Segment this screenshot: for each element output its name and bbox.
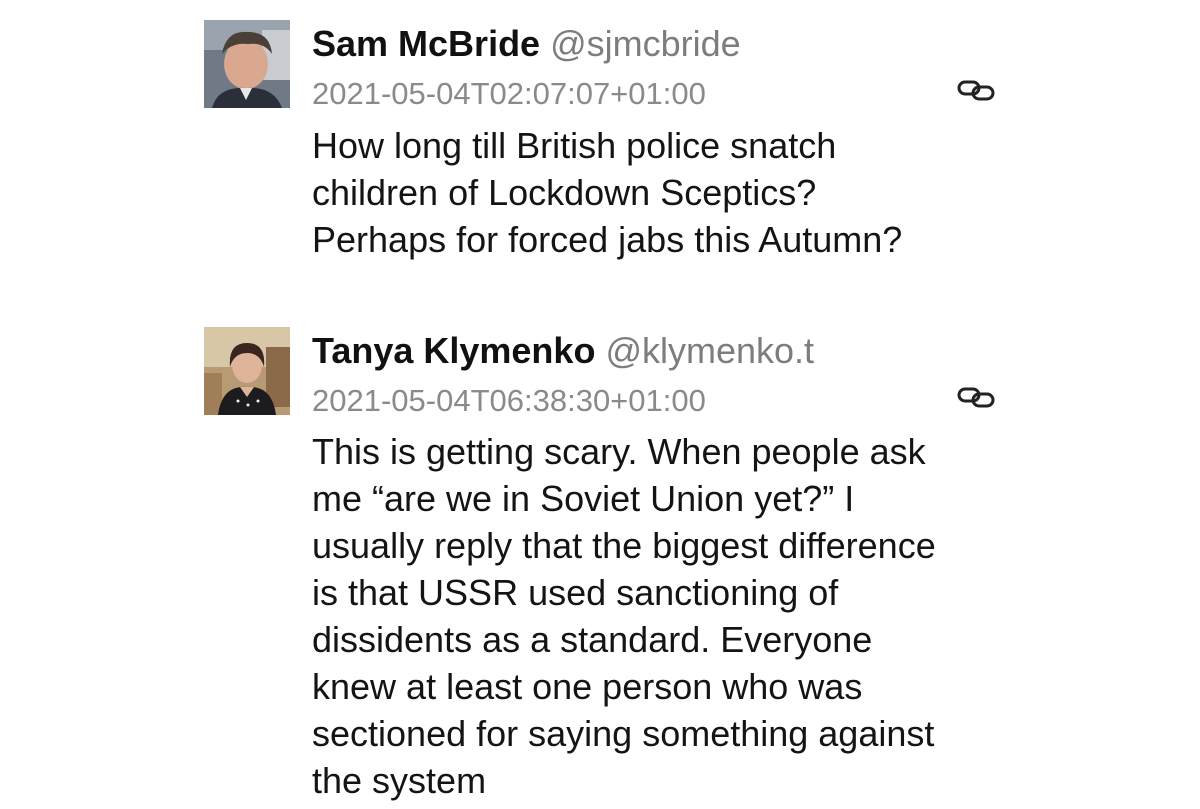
avatar[interactable] [204, 327, 290, 415]
avatar-photo [204, 327, 290, 415]
author-name[interactable]: Sam McBride [312, 23, 540, 64]
post-text-line: How long till British police snatch [312, 125, 837, 166]
avatar[interactable] [204, 20, 290, 108]
link-icon[interactable] [956, 78, 996, 102]
link-icon[interactable] [956, 385, 996, 409]
post-header: Tanya Klymenko @klymenko.t [312, 329, 814, 373]
post-text: How long till British police snatch chil… [312, 122, 1012, 263]
post-timestamp: 2021-05-04T02:07:07+01:00 [312, 76, 706, 111]
post-text-line: children of Lockdown Sceptics? [312, 172, 817, 213]
post-text-line: sectioned for saying something against [312, 713, 935, 754]
post-text-line: dissidents as a standard. Everyone [312, 619, 873, 660]
author-name[interactable]: Tanya Klymenko [312, 330, 595, 371]
post-text-line: Perhaps for forced jabs this Autumn? [312, 219, 903, 260]
post-text-line: knew at least one person who was [312, 666, 863, 707]
post-text-line: me “are we in Soviet Union yet?” I [312, 478, 855, 519]
post-text: This is getting scary. When people ask m… [312, 428, 1012, 804]
post-text-line: This is getting scary. When people ask [312, 431, 926, 472]
post-text-line: the system [312, 760, 487, 801]
author-handle[interactable]: @klymenko.t [605, 330, 814, 371]
avatar-photo [204, 20, 290, 108]
post-timestamp: 2021-05-04T06:38:30+01:00 [312, 383, 706, 418]
post-text-line: usually reply that the biggest differenc… [312, 525, 936, 566]
author-handle[interactable]: @sjmcbride [550, 23, 741, 64]
post-header: Sam McBride @sjmcbride [312, 22, 741, 66]
post-text-line: is that USSR used sanctioning of [312, 572, 839, 613]
